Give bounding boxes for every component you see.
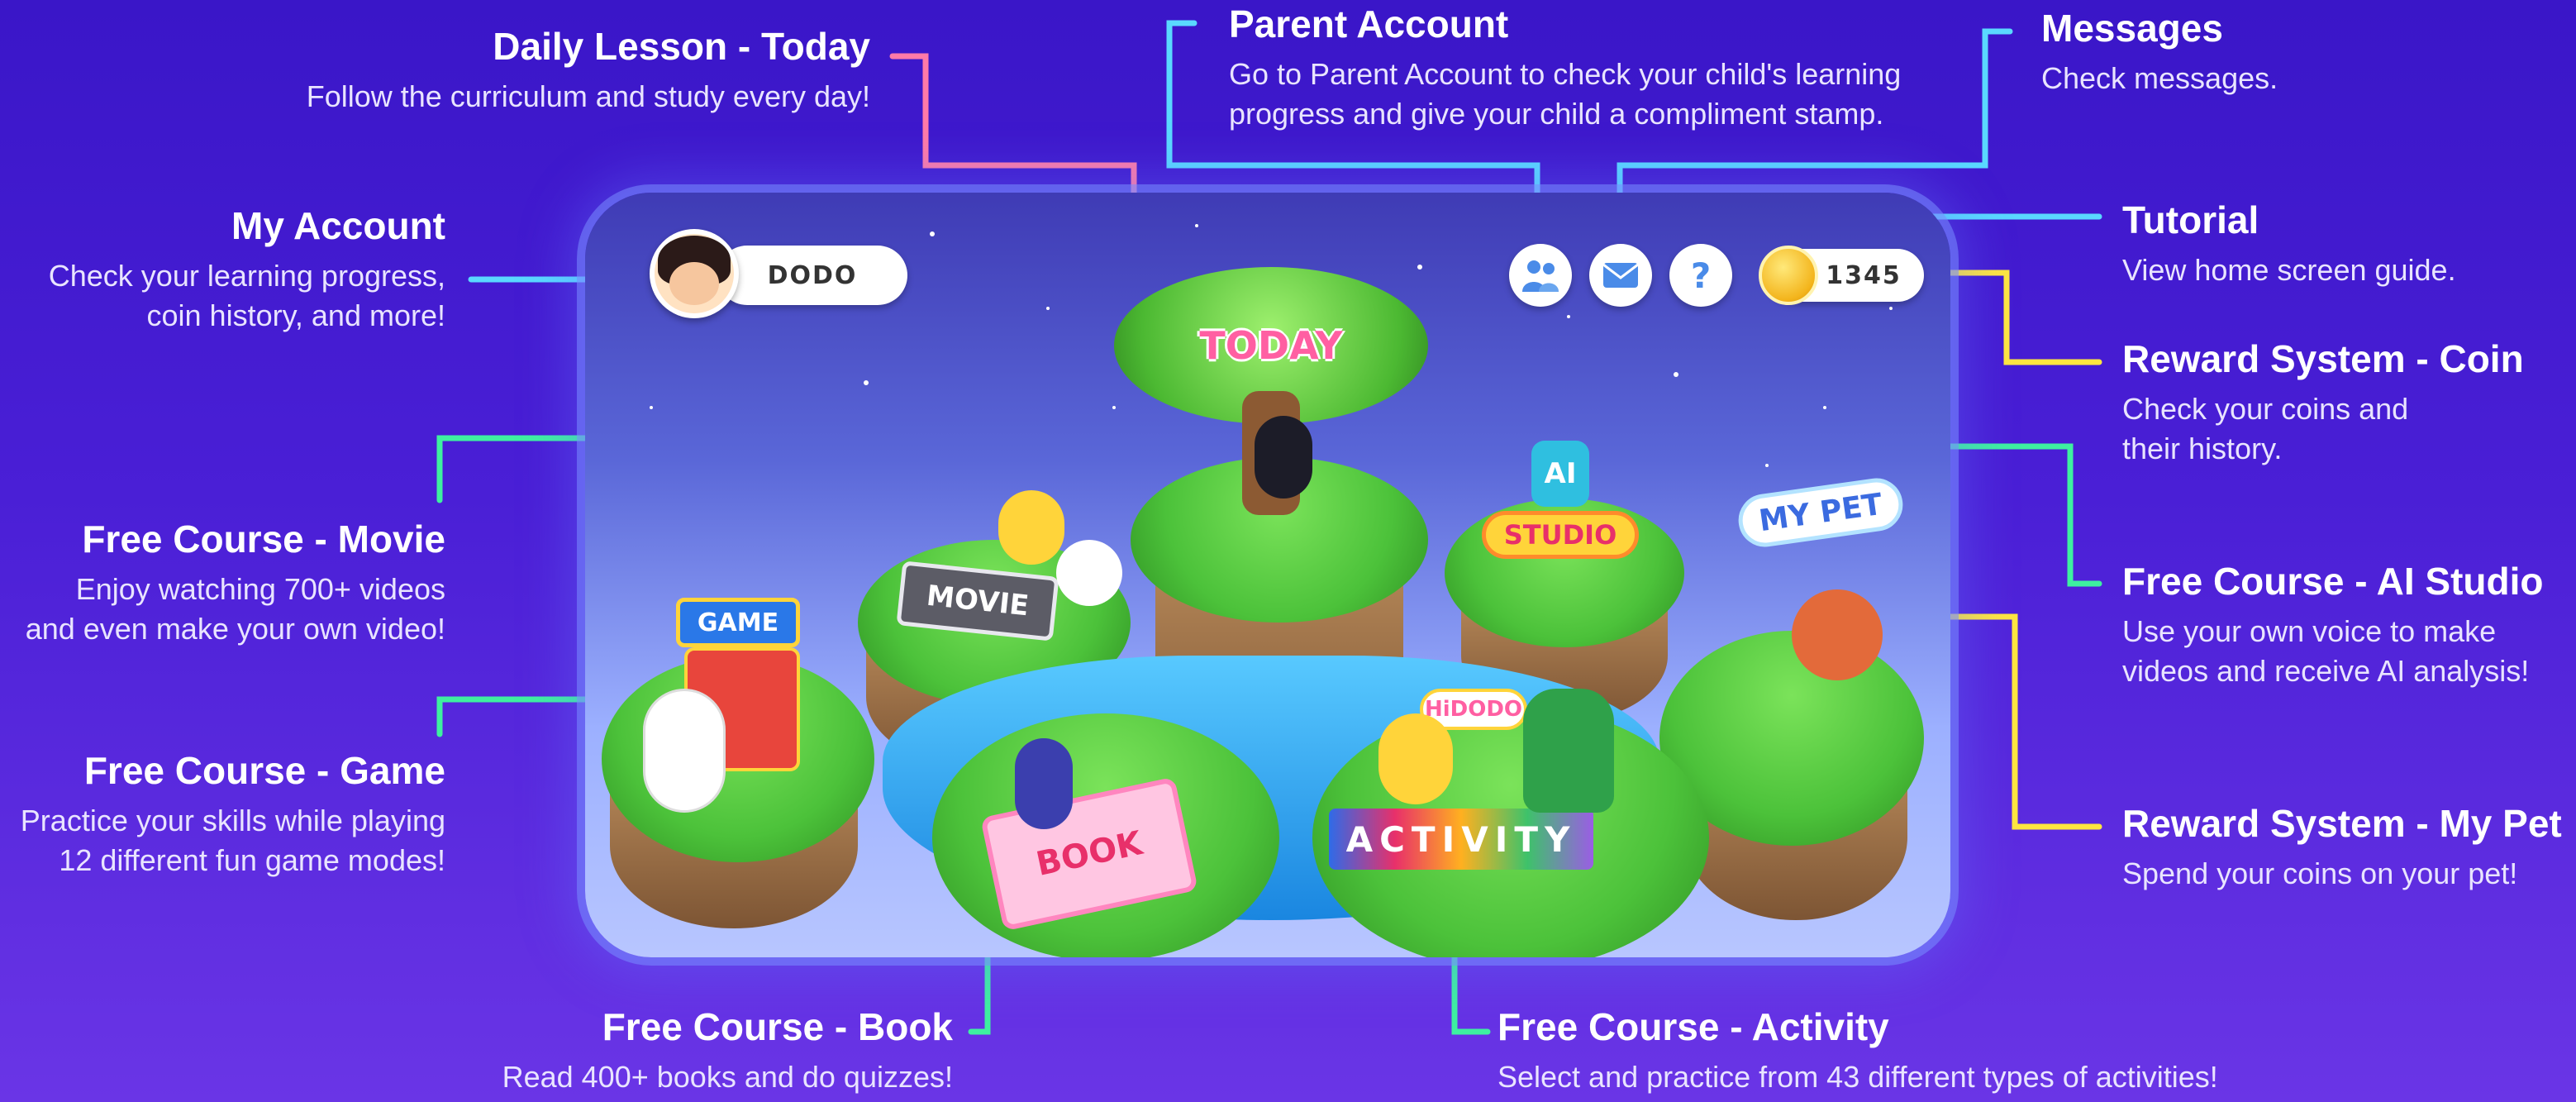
callout-parent-account: Parent Account Go to Parent Account to c… xyxy=(1229,2,1901,135)
green-dino xyxy=(1523,689,1614,813)
tutorial-desc: View home screen guide. xyxy=(2122,252,2456,287)
ai-studio-title: Free Course - AI Studio xyxy=(2122,560,2544,603)
my-account-desc: Check your learning progress, coin histo… xyxy=(48,258,445,333)
ai-studio-desc: Use your own voice to make videos and re… xyxy=(2122,613,2530,689)
daily-lesson-title: Daily Lesson - Today xyxy=(493,25,870,68)
callout-book: Free Course - Book Read 400+ books and d… xyxy=(502,1005,953,1097)
game-desc: Practice your skills while playing 12 di… xyxy=(20,803,445,878)
game-sign[interactable]: GAME xyxy=(676,598,800,647)
callout-ai-studio: Free Course - AI Studio Use your own voi… xyxy=(2122,560,2543,692)
callout-game: Free Course - Game Practice your skills … xyxy=(21,749,445,881)
activity-sign[interactable]: ACTIVITY xyxy=(1329,809,1593,870)
parent-account-title: Parent Account xyxy=(1229,2,1509,45)
messages-title: Messages xyxy=(2041,7,2223,50)
reward-coin-desc: Check your coins and their history. xyxy=(2122,391,2409,466)
family-icon[interactable] xyxy=(1509,244,1572,307)
my-account-title: My Account xyxy=(231,204,445,247)
ai-mic-sign: AI xyxy=(1531,441,1589,507)
envelope-icon-glyph xyxy=(1602,263,1639,288)
callout-my-account: My Account Check your learning progress,… xyxy=(49,204,445,336)
coin-icon xyxy=(1759,246,1818,305)
question-icon[interactable]: ? xyxy=(1669,244,1732,307)
family-icon-glyph xyxy=(1522,260,1559,292)
profile-avatar[interactable] xyxy=(650,229,739,318)
callout-reward-coin: Reward System - Coin Check your coins an… xyxy=(2122,337,2524,470)
book-desc: Read 400+ books and do quizzes! xyxy=(502,1059,953,1094)
callout-movie: Free Course - Movie Enjoy watching 700+ … xyxy=(26,518,445,650)
today-sign[interactable]: TODAY xyxy=(1180,317,1362,374)
home-screen-preview: TODAY MOVIE GAME STUDIO AI MY PET HiDODO… xyxy=(585,193,1950,957)
reward-pet-title: Reward System - My Pet xyxy=(2122,802,2562,845)
studio-sign[interactable]: STUDIO xyxy=(1482,511,1639,559)
messages-desc: Check messages. xyxy=(2041,60,2278,95)
callout-messages: Messages Check messages. xyxy=(2041,7,2278,98)
callout-tutorial: Tutorial View home screen guide. xyxy=(2122,198,2456,290)
ghost-character xyxy=(643,689,726,813)
callout-reward-pet: Reward System - My Pet Spend your coins … xyxy=(2122,802,2562,894)
activity-desc: Select and practice from 43 different ty… xyxy=(1498,1059,2218,1094)
reward-pet-desc: Spend your coins on your pet! xyxy=(2122,856,2518,890)
pet-bear xyxy=(1792,589,1883,680)
callout-activity: Free Course - Activity Select and practi… xyxy=(1498,1005,2218,1097)
movie-title: Free Course - Movie xyxy=(82,518,445,561)
username-pill[interactable]: DODO xyxy=(717,246,907,305)
yellow-lion xyxy=(1378,713,1453,804)
envelope-icon[interactable] xyxy=(1589,244,1652,307)
tutorial-title: Tutorial xyxy=(2122,198,2259,241)
activity-title: Free Course - Activity xyxy=(1498,1005,1889,1048)
movie-desc: Enjoy watching 700+ videos and even make… xyxy=(25,571,445,646)
book-title: Free Course - Book xyxy=(602,1005,953,1048)
callout-daily-lesson: Daily Lesson - Today Follow the curricul… xyxy=(307,25,870,117)
game-title: Free Course - Game xyxy=(83,749,445,792)
parent-account-desc: Go to Parent Account to check your child… xyxy=(1229,56,1902,131)
snowman-character xyxy=(1056,540,1122,606)
pirate-character xyxy=(998,490,1064,565)
wizard-character xyxy=(1015,738,1073,829)
daily-lesson-desc: Follow the curriculum and study every da… xyxy=(306,79,870,113)
reward-coin-title: Reward System - Coin xyxy=(2122,337,2524,380)
dodo-character xyxy=(1255,416,1312,499)
